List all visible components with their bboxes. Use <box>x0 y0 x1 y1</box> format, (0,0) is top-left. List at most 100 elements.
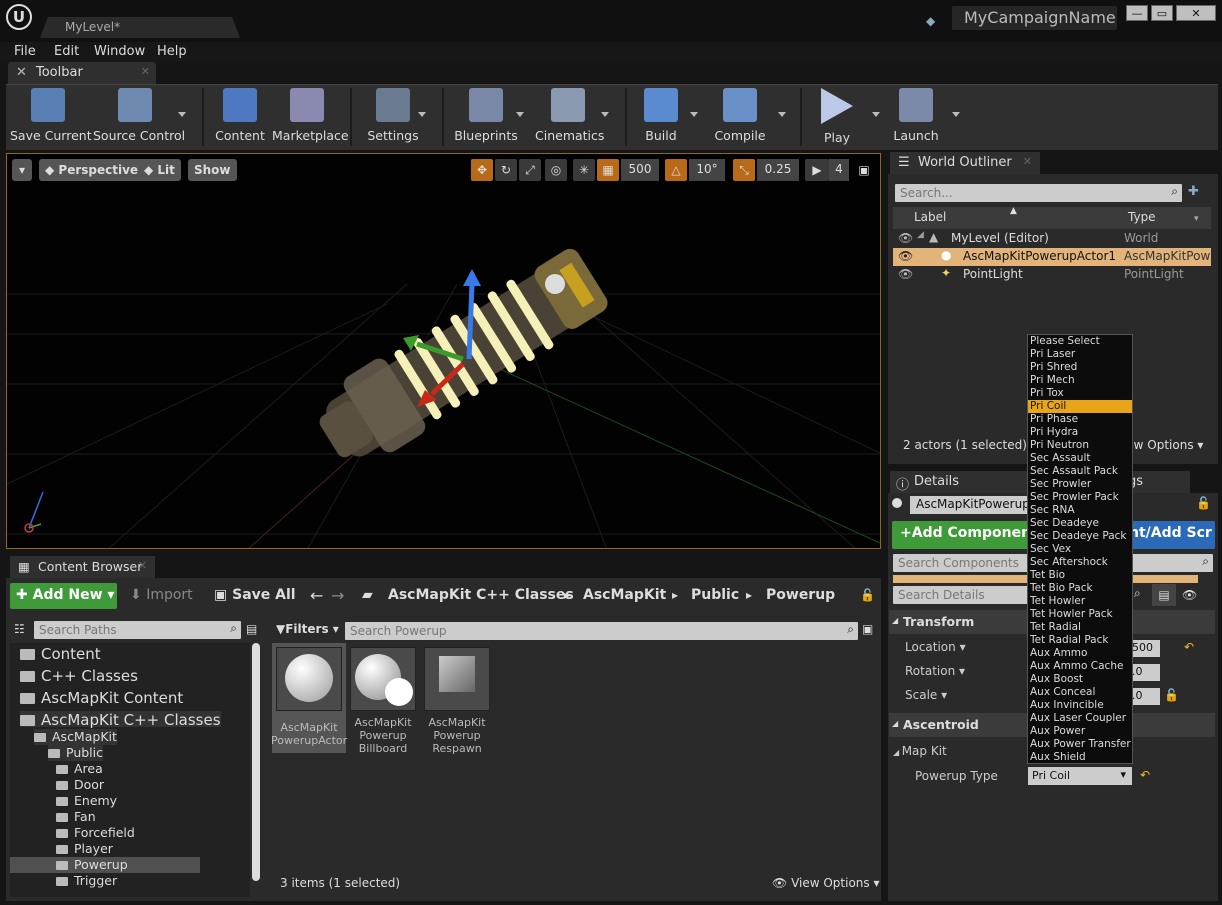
launch-dropdown[interactable] <box>952 112 960 117</box>
import-button[interactable]: ⬇ Import <box>130 587 193 603</box>
close-button[interactable]: ✕ <box>1176 5 1216 21</box>
view-list-icon[interactable]: ▤ <box>246 622 257 636</box>
surface-snap-icon[interactable]: ✳ <box>573 159 595 181</box>
outliner-row-pointlight[interactable]: 👁 ✦ PointLight PointLight <box>893 266 1211 284</box>
outliner-search-input[interactable]: Search... ⌕ <box>895 184 1182 202</box>
dropdown-option[interactable]: Pri Neutron <box>1028 439 1132 452</box>
blueprints-dropdown[interactable] <box>516 112 524 117</box>
dropdown-option[interactable]: Aux Invincible <box>1028 699 1132 712</box>
close-tab-icon[interactable]: ✕ <box>138 559 147 572</box>
path-separator-icon[interactable]: ▸ <box>746 588 752 602</box>
dropdown-option[interactable]: Pri Coil <box>1028 400 1132 413</box>
search-assets-input[interactable]: Search Powerup ⌕ <box>345 622 858 640</box>
build-dropdown[interactable] <box>690 112 698 117</box>
dropdown-option[interactable]: Tet Radial Pack <box>1028 634 1132 647</box>
folder-tree-item[interactable]: Enemy <box>56 793 117 809</box>
content-browser-tab[interactable]: ▦ Content Browser ✕ <box>10 556 155 578</box>
folder-tree-item[interactable]: Forcefield <box>56 825 135 841</box>
dropdown-option[interactable]: Aux Laser Coupler <box>1028 712 1132 725</box>
reset-icon[interactable]: ↶ <box>1184 640 1194 654</box>
camera-speed-icon[interactable]: ▶ <box>805 159 829 181</box>
source-control-button[interactable]: Source Control <box>93 88 185 150</box>
forward-arrow-icon[interactable]: → <box>331 586 344 605</box>
folder-tree-item[interactable]: Powerup <box>10 857 200 873</box>
asset-thumbnail[interactable] <box>424 647 490 711</box>
rotation-property[interactable]: Rotation ▾ <box>905 664 965 678</box>
asset-thumbnail[interactable] <box>276 647 342 711</box>
dropdown-option[interactable]: Aux Boost <box>1028 673 1132 686</box>
outliner-row-world[interactable]: 👁 ◢ ▲ MyLevel (Editor) World <box>893 230 1211 248</box>
dropdown-option[interactable]: Sec Assault <box>1028 452 1132 465</box>
dropdown-option[interactable]: Tet Howler Pack <box>1028 608 1132 621</box>
outliner-row-powerup-actor[interactable]: 👁 ● AscMapKitPowerupActor1 AscMapKitPowe <box>893 248 1211 266</box>
rotation-z-field[interactable]: .0 <box>1130 664 1160 681</box>
minimize-button[interactable]: — <box>1126 5 1148 21</box>
back-arrow-icon[interactable]: ← <box>310 586 323 605</box>
perspective-button[interactable]: ◆ Perspective <box>39 159 145 181</box>
dropdown-option[interactable]: Tet Bio Pack <box>1028 582 1132 595</box>
folder-tree-item[interactable]: Area <box>56 761 103 777</box>
menu-window[interactable]: Window <box>94 44 145 59</box>
scale-property[interactable]: Scale ▾ <box>905 688 947 702</box>
path-segment[interactable]: Powerup <box>766 587 835 603</box>
tree-scrollbar[interactable] <box>252 643 260 881</box>
folder-tree-item[interactable]: C++ Classes <box>20 667 138 685</box>
sources-panel-toggle-icon[interactable]: ☷ <box>14 622 25 636</box>
dropdown-option[interactable]: Aux Conceal <box>1028 686 1132 699</box>
type-column-dropdown-icon[interactable]: ▾ <box>1194 214 1199 224</box>
dropdown-option[interactable]: Sec Deadeye <box>1028 517 1132 530</box>
folder-tree-item[interactable]: Door <box>56 777 104 793</box>
menu-edit[interactable]: Edit <box>54 44 79 59</box>
save-all-button[interactable]: ▣ Save All <box>214 587 296 603</box>
cinematics-dropdown[interactable] <box>601 112 609 117</box>
lock-icon[interactable]: 🔓 <box>860 588 875 602</box>
scale-snap-icon[interactable]: ⤡ <box>733 159 755 181</box>
folder-tree-item[interactable]: AscMapKit <box>34 729 117 745</box>
world-space-icon[interactable]: ◎ <box>545 159 567 181</box>
rotation-snap-icon[interactable]: △ <box>665 159 687 181</box>
scale-icon[interactable]: ⤢ <box>519 159 541 181</box>
blueprint-add-script-button[interactable]: nt/Add Scr <box>1127 521 1215 549</box>
grid-snap-icon[interactable]: ▦ <box>597 159 619 181</box>
content-button[interactable]: Content <box>214 88 266 150</box>
camera-speed-value[interactable]: 4 <box>829 159 849 181</box>
dropdown-option[interactable]: Pri Hydra <box>1028 426 1132 439</box>
content-view-options[interactable]: 👁 View Options ▾ <box>772 876 880 890</box>
filters-button[interactable]: ▼Filters ▾ <box>276 622 339 636</box>
save-current-button[interactable]: Save Current <box>10 88 92 150</box>
lock-icon[interactable]: 🔓 <box>1196 496 1211 510</box>
cinematics-button[interactable]: Cinematics <box>535 88 604 150</box>
type-column-header[interactable]: Type <box>1128 210 1156 224</box>
world-outliner-tab[interactable]: ☰ World Outliner ✕ <box>890 152 1040 174</box>
dropdown-option[interactable]: Aux Power <box>1028 725 1132 738</box>
play-button[interactable]: Play <box>812 88 862 150</box>
folder-tree-item[interactable]: AscMapKit Content <box>20 689 183 707</box>
rotate-icon[interactable]: ↻ <box>495 159 517 181</box>
dropdown-option[interactable]: Sec Vex <box>1028 543 1132 556</box>
visibility-eye-icon[interactable]: 👁 <box>898 231 913 245</box>
path-segment[interactable]: Public <box>691 587 739 603</box>
visibility-eye-icon[interactable]: 👁 <box>898 267 913 281</box>
dropdown-option[interactable]: Please Select <box>1028 335 1132 348</box>
folder-tree-item[interactable]: Trigger <box>56 873 117 889</box>
expand-arrow-icon[interactable]: ◢ <box>917 230 924 240</box>
grid-snap-value[interactable]: 500 <box>621 159 659 181</box>
compile-button[interactable]: Compile <box>712 88 768 150</box>
unreal-logo-icon[interactable]: U <box>6 4 32 30</box>
source-control-dropdown[interactable] <box>178 112 186 117</box>
property-matrix-icon[interactable]: ▤ <box>1152 584 1176 606</box>
dropdown-option[interactable]: Aux Ammo <box>1028 647 1132 660</box>
dropdown-option[interactable]: Aux Shield <box>1028 751 1132 764</box>
dropdown-option[interactable]: Aux Power Transfer <box>1028 738 1132 751</box>
dropdown-option[interactable]: Sec Prowler <box>1028 478 1132 491</box>
search-paths-input[interactable]: Search Paths ⌕ <box>34 621 241 639</box>
close-tab-icon[interactable]: ✕ <box>1023 155 1032 168</box>
map-kit-category[interactable]: ◢ Map Kit <box>893 744 947 758</box>
maximize-viewport-icon[interactable]: ▣ <box>857 162 871 178</box>
dropdown-option[interactable]: Pri Tox <box>1028 387 1132 400</box>
dropdown-option[interactable]: Sec Aftershock <box>1028 556 1132 569</box>
visibility-eye-icon[interactable]: 👁 <box>898 249 913 263</box>
dropdown-option[interactable]: Aux Ammo Cache <box>1028 660 1132 673</box>
viewport-options-button[interactable]: ▾ <box>12 159 32 181</box>
folder-tree-item[interactable]: AscMapKit C++ Classes <box>20 711 221 729</box>
